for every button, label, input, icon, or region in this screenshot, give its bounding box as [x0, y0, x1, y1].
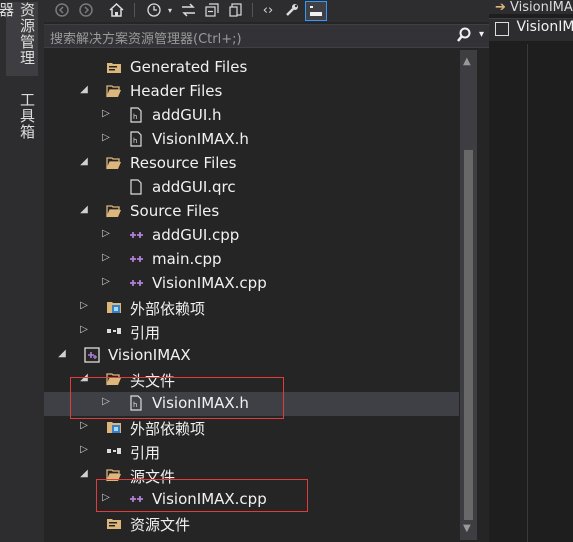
project-icon [84, 347, 100, 363]
tree-item[interactable]: ▷ 外部依赖项 [44, 296, 459, 320]
editor-tab-active[interactable]: VisionIMAX [489, 18, 573, 41]
tree-item[interactable]: ▷ addGUI.cpp [44, 224, 459, 248]
scrollbar-thumb[interactable] [464, 150, 473, 520]
collapsed-arrow-icon[interactable]: ▷ [78, 420, 90, 431]
references-icon [106, 323, 122, 339]
tree-item-label: VisionIMAX.h [152, 130, 249, 148]
project-icon [495, 22, 509, 36]
search-options-dropdown-icon[interactable]: ▾ [479, 29, 484, 40]
back-icon[interactable] [52, 1, 72, 19]
solution-explorer-panel: ▾ ‹› 搜索解决方案资源管理器(Ctrl+;) ▾ Generated Fil… [44, 0, 489, 542]
tree-item[interactable]: ◢ Resource Files [44, 152, 459, 176]
tree-item-label: VisionIMAX [108, 346, 191, 364]
cpp-file-icon [128, 275, 144, 291]
vertical-scrollbar[interactable]: ▲ ▼ [460, 50, 477, 540]
tree-item[interactable]: addGUI.qrc [44, 176, 459, 200]
collapse-all-icon[interactable] [202, 1, 222, 19]
toolbar-separator [134, 3, 135, 17]
tree-item[interactable]: ◢ Header Files [44, 80, 459, 104]
tree-item-label: addGUI.cpp [152, 226, 240, 244]
expanded-arrow-icon[interactable]: ◢ [78, 204, 90, 215]
tree-item[interactable]: ▷ 引用 [44, 440, 459, 464]
code-icon[interactable]: ‹› [258, 1, 278, 19]
tree-item-label: Header Files [130, 82, 223, 100]
cpp-file-icon [128, 227, 144, 243]
tree-item-label: Source Files [130, 202, 220, 220]
scroll-up-arrow-icon[interactable]: ▲ [463, 56, 471, 67]
external-dependencies-icon [106, 419, 122, 435]
collapsed-arrow-icon[interactable]: ▷ [100, 132, 112, 143]
filter-folder-open-icon [106, 155, 122, 171]
tree-item[interactable]: ▷ main.cpp [44, 248, 459, 272]
tree-item-label: Resource Files [130, 154, 237, 172]
preview-pane-icon[interactable] [305, 1, 327, 21]
toolbar-separator [252, 3, 253, 17]
show-all-files-icon[interactable] [226, 1, 246, 19]
search-box[interactable]: 搜索解决方案资源管理器(Ctrl+;) ▾ [44, 24, 489, 48]
tree-item-label: addGUI.qrc [152, 178, 236, 196]
cpp-file-icon [128, 251, 144, 267]
sync-icon[interactable] [178, 1, 198, 19]
filter-folder-open-icon [106, 83, 122, 99]
tree-item-label: 引用 [130, 324, 161, 342]
solution-explorer-side-tab[interactable]: 资源管理器 [0, 2, 38, 76]
tree-item[interactable]: ◢ VisionIMAX [44, 344, 459, 368]
tree-item-label: 外部依赖项 [130, 420, 206, 438]
collapsed-arrow-icon[interactable]: ▷ [78, 444, 90, 455]
svg-text:h: h [133, 113, 137, 121]
external-dependencies-icon [106, 299, 122, 315]
wrench-icon[interactable] [282, 1, 302, 19]
collapsed-arrow-icon[interactable]: ▷ [100, 252, 112, 263]
tree-item-label: 外部依赖项 [130, 300, 206, 318]
tree-item[interactable]: ▷ h addGUI.h [44, 104, 459, 128]
filter-folder-open-icon [106, 203, 122, 219]
tree-item-label: main.cpp [152, 250, 222, 268]
editor-tab[interactable]: ➔ VisionIMAX [489, 0, 573, 14]
tree-item[interactable]: ▷ VisionIMAX.cpp [44, 272, 459, 296]
editor-area: ➔ VisionIMAX VisionIMAX [489, 0, 573, 542]
svg-text:h: h [133, 137, 137, 145]
editor-tab-label: VisionIMAX [510, 0, 573, 14]
filter-folder-icon [106, 515, 122, 531]
expanded-arrow-icon[interactable]: ◢ [56, 348, 68, 359]
side-tab-strip: 资源管理器 工具箱 [0, 0, 45, 542]
pin-arrow-icon: ➔ [495, 0, 506, 14]
forward-icon[interactable] [76, 1, 96, 19]
file-icon [128, 179, 144, 195]
references-icon [106, 443, 122, 459]
header-file-icon: h [128, 131, 144, 147]
tree-item-label: Generated Files [130, 58, 248, 76]
collapsed-arrow-icon[interactable]: ▷ [78, 300, 90, 311]
tree-item-label: addGUI.h [152, 106, 222, 124]
search-icon[interactable] [457, 27, 471, 47]
toolbox-side-tab[interactable]: 工具箱 [6, 92, 38, 140]
editor-gutter [527, 44, 528, 542]
highlight-box-source [96, 479, 308, 512]
tree-item[interactable]: ◢ Source Files [44, 200, 459, 224]
expanded-arrow-icon[interactable]: ◢ [78, 84, 90, 95]
tree-item[interactable]: 资源文件 [44, 512, 459, 536]
editor-tab-label: VisionIMAX [516, 19, 573, 35]
search-input[interactable]: 搜索解决方案资源管理器(Ctrl+;) [50, 28, 242, 47]
collapsed-arrow-icon[interactable]: ▷ [78, 324, 90, 335]
filter-folder-icon [106, 59, 122, 75]
expanded-arrow-icon[interactable]: ◢ [78, 156, 90, 167]
collapsed-arrow-icon[interactable]: ▷ [100, 276, 112, 287]
tree-item[interactable]: Generated Files [44, 56, 459, 80]
tree-item-label: 资源文件 [130, 516, 191, 534]
tree-item-label: 引用 [130, 444, 161, 462]
home-icon[interactable] [106, 1, 126, 19]
highlight-box-header [70, 377, 284, 419]
solution-explorer-toolbar: ▾ ‹› [44, 0, 489, 22]
expanded-arrow-icon[interactable]: ◢ [78, 468, 90, 479]
tree-item[interactable]: ▷ h VisionIMAX.h [44, 128, 459, 152]
history-dropdown-icon[interactable]: ▾ [160, 1, 180, 19]
tree-item[interactable]: ▷ 引用 [44, 320, 459, 344]
scroll-down-arrow-icon[interactable]: ▼ [463, 523, 471, 534]
header-file-icon: h [128, 107, 144, 123]
tree-item-label: VisionIMAX.cpp [152, 274, 267, 292]
collapsed-arrow-icon[interactable]: ▷ [100, 228, 112, 239]
tree-item[interactable]: ▷ 外部依赖项 [44, 416, 459, 440]
collapsed-arrow-icon[interactable]: ▷ [100, 108, 112, 119]
